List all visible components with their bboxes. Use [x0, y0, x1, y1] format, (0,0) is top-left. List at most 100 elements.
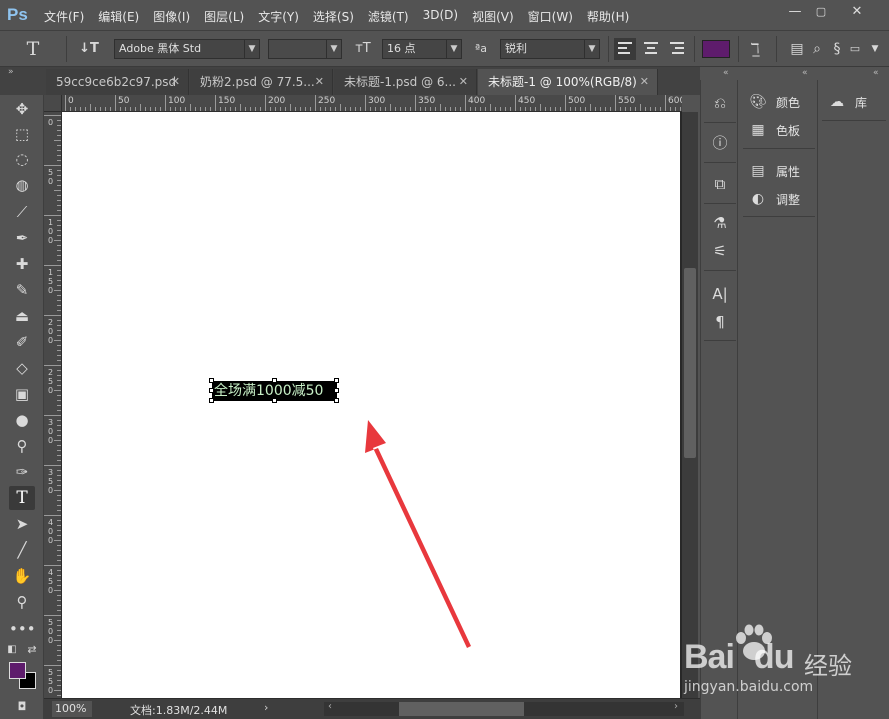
- tab-59cc9ce6b2c97[interactable]: 59cc9ce6b2c97.psd ✕: [46, 69, 189, 95]
- status-menu-arrow-icon[interactable]: ›: [264, 701, 268, 714]
- dodge-tool-icon[interactable]: ⚲: [9, 434, 35, 458]
- transform-handle[interactable]: [209, 388, 214, 393]
- lasso-tool-icon[interactable]: ◌: [9, 147, 35, 171]
- transform-handle[interactable]: [334, 388, 339, 393]
- info-panel-icon[interactable]: ⓘ: [709, 132, 731, 154]
- antialias-select[interactable]: 锐利 ▼: [500, 39, 600, 59]
- horizontal-ruler[interactable]: 0 50 100 150 200 250 300 350 400 450 500 550 600: [62, 95, 682, 112]
- foreground-color-swatch[interactable]: [9, 662, 26, 679]
- menu-edit[interactable]: 编辑(E): [98, 8, 139, 25]
- collapse-arrows-icon[interactable]: «: [873, 68, 879, 78]
- transform-handle[interactable]: [272, 378, 277, 383]
- menu-type[interactable]: 文字(Y): [258, 8, 299, 25]
- transform-handle[interactable]: [334, 398, 339, 403]
- vertical-ruler[interactable]: 0 50 100 150 200 250 300 350 400 450 500 550: [44, 112, 62, 698]
- type-tool-preset-icon[interactable]: T: [22, 38, 44, 60]
- text-color-swatch[interactable]: [702, 40, 730, 58]
- gradient-tool-icon[interactable]: ▣: [9, 382, 35, 406]
- panel-properties[interactable]: ▤ 属性: [748, 160, 800, 182]
- font-size-select[interactable]: 16 点 ▼: [382, 39, 462, 59]
- tab-untitled1-psd[interactable]: 未标题-1.psd @ 6... ✕: [334, 69, 477, 95]
- menu-3d[interactable]: 3D(D): [423, 8, 458, 25]
- document-canvas[interactable]: [62, 112, 680, 698]
- transform-handle[interactable]: [209, 398, 214, 403]
- close-tab-icon[interactable]: ✕: [640, 69, 649, 95]
- menu-help[interactable]: 帮助(H): [587, 8, 629, 25]
- default-colors-icon[interactable]: ◧: [4, 638, 20, 662]
- collapse-arrows-icon[interactable]: «: [802, 68, 808, 78]
- chevron-down-icon[interactable]: ▼: [864, 38, 886, 60]
- eyedropper-tool-icon[interactable]: ✒: [9, 226, 35, 250]
- maximize-button[interactable]: ▢: [810, 3, 832, 21]
- transform-handle[interactable]: [209, 378, 214, 383]
- vertical-scroll-thumb[interactable]: [684, 268, 696, 458]
- menu-image[interactable]: 图像(I): [153, 8, 190, 25]
- tab-untitled1-active[interactable]: 未标题-1 @ 100%(RGB/8) ✕: [478, 69, 658, 95]
- minimize-button[interactable]: —: [784, 3, 806, 21]
- blur-tool-icon[interactable]: ●: [9, 408, 35, 432]
- align-left-button[interactable]: [614, 38, 636, 60]
- menu-layer[interactable]: 图层(L): [204, 8, 244, 25]
- eraser-tool-icon[interactable]: ◇: [9, 356, 35, 380]
- horizontal-scroll-thumb[interactable]: [399, 702, 524, 716]
- marquee-tool-icon[interactable]: ⬚: [9, 122, 35, 146]
- scroll-left-icon[interactable]: ‹: [328, 701, 332, 712]
- collapse-arrows-icon[interactable]: «: [723, 68, 729, 78]
- brush-tool-icon[interactable]: ✎: [9, 278, 35, 302]
- panel-libraries[interactable]: ☁ 库: [827, 91, 867, 113]
- crop-tool-icon[interactable]: ⟋: [9, 200, 35, 224]
- history-panel-icon[interactable]: ⎌: [709, 92, 731, 114]
- menu-window[interactable]: 窗口(W): [528, 8, 573, 25]
- clone-stamp-tool-icon[interactable]: ⏏: [9, 304, 35, 328]
- close-tab-icon[interactable]: ✕: [459, 69, 468, 95]
- hand-tool-icon[interactable]: ✋: [9, 564, 35, 588]
- ruler-tick: [57, 245, 61, 246]
- collapse-arrows-icon[interactable]: »: [8, 67, 14, 77]
- swap-colors-icon[interactable]: ⇄: [24, 638, 40, 662]
- transform-handle[interactable]: [334, 378, 339, 383]
- panel-color[interactable]: 🎨︎ 颜色: [748, 91, 800, 113]
- type-tool-icon[interactable]: T: [9, 486, 35, 510]
- search-icon[interactable]: ⌕: [806, 38, 828, 60]
- font-family-select[interactable]: Adobe 黑体 Std ▼: [114, 39, 260, 59]
- align-right-button[interactable]: [666, 38, 688, 60]
- zoom-level-field[interactable]: 100%: [52, 701, 92, 717]
- workspace-icon[interactable]: ▭: [844, 38, 866, 60]
- character-panel-icon[interactable]: A|: [709, 283, 731, 305]
- brush-presets-icon[interactable]: ⚗: [709, 212, 731, 234]
- menu-view[interactable]: 视图(V): [472, 8, 514, 25]
- menu-filter[interactable]: 滤镜(T): [368, 8, 409, 25]
- line-tool-icon[interactable]: ╱: [9, 538, 35, 562]
- panel-swatches[interactable]: ▦ 色板: [748, 119, 800, 141]
- zoom-tool-icon[interactable]: ⚲: [9, 590, 35, 614]
- close-tab-icon[interactable]: ✕: [171, 69, 180, 95]
- align-center-button[interactable]: [640, 38, 662, 60]
- quick-mask-icon[interactable]: ◘: [12, 695, 32, 719]
- font-style-select[interactable]: ▼: [268, 39, 342, 59]
- menu-file[interactable]: 文件(F): [44, 8, 84, 25]
- menu-select[interactable]: 选择(S): [313, 8, 354, 25]
- paragraph-panel-icon[interactable]: ¶: [709, 311, 731, 333]
- ruler-corner[interactable]: [44, 95, 62, 112]
- watermark-brand-cn: 经验: [804, 652, 852, 680]
- move-tool-icon[interactable]: ✥: [9, 97, 35, 121]
- tab-naifen2[interactable]: 奶粉2.psd @ 77.5... ✕: [190, 69, 333, 95]
- pen-tool-icon[interactable]: ✑: [9, 460, 35, 484]
- quick-select-tool-icon[interactable]: ◍: [9, 173, 35, 197]
- ruler-tick: [57, 210, 61, 211]
- history-brush-tool-icon[interactable]: ✐: [9, 330, 35, 354]
- scroll-right-icon[interactable]: ›: [674, 701, 678, 712]
- ruler-tick: [215, 95, 216, 111]
- 3d-panel-icon[interactable]: ⧉: [709, 173, 731, 195]
- warp-text-icon[interactable]: ℸ̲: [744, 38, 766, 60]
- close-button[interactable]: ✕: [846, 3, 868, 21]
- healing-brush-tool-icon[interactable]: ✚: [9, 252, 35, 276]
- ruler-tick: [140, 104, 141, 111]
- panel-adjustments[interactable]: ◐ 调整: [748, 188, 800, 210]
- character-panel-icon[interactable]: ▤: [786, 38, 808, 60]
- brush-settings-icon[interactable]: ⚟: [709, 240, 731, 262]
- toggle-text-orientation-icon[interactable]: ↓T: [78, 38, 100, 60]
- transform-handle[interactable]: [272, 398, 277, 403]
- path-selection-tool-icon[interactable]: ➤: [9, 512, 35, 536]
- close-tab-icon[interactable]: ✕: [315, 69, 324, 95]
